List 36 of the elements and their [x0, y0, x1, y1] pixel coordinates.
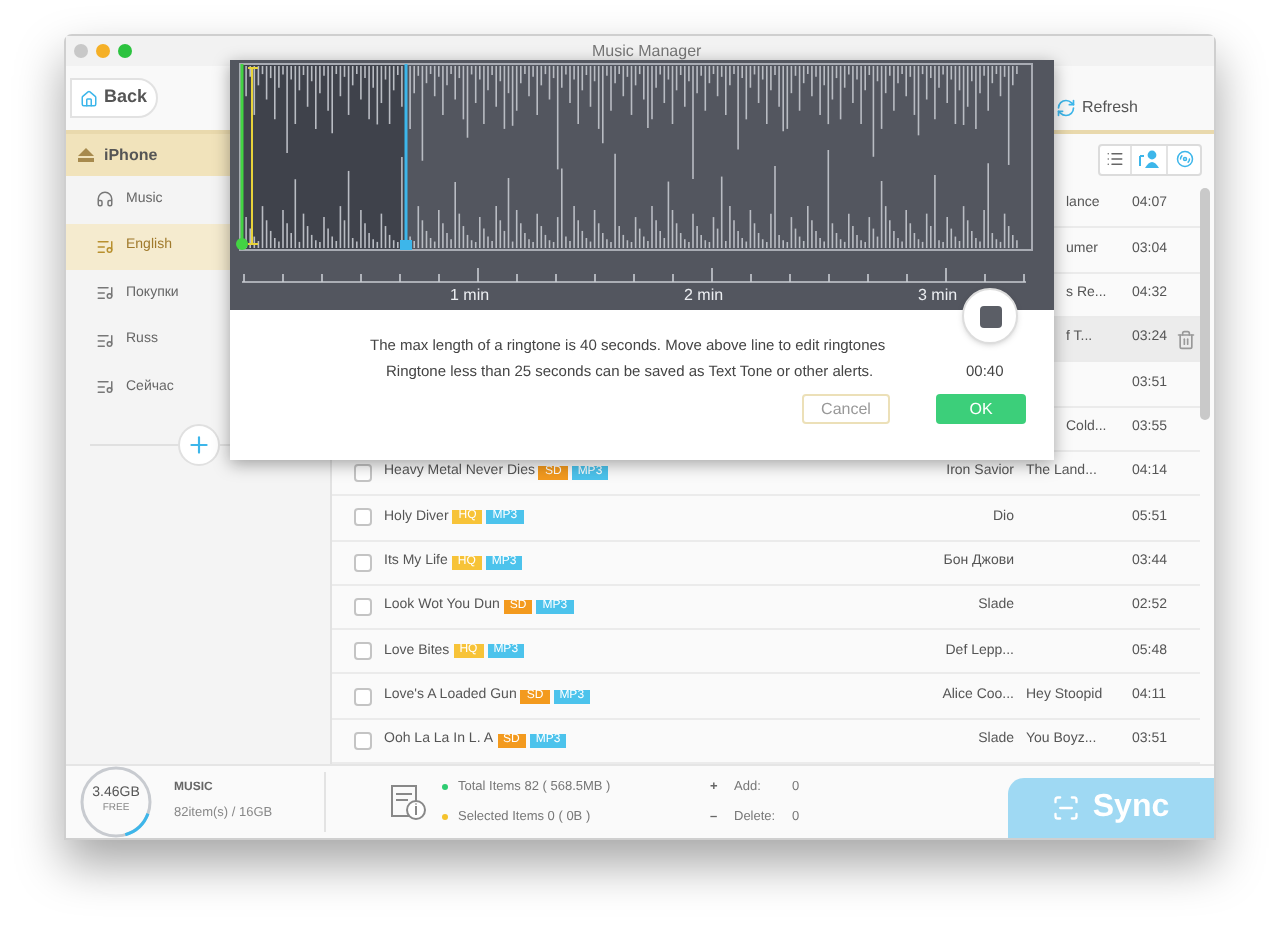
minimize-button[interactable] [96, 44, 110, 58]
checkbox[interactable] [354, 464, 372, 483]
checkbox[interactable] [354, 553, 372, 572]
disc-icon [1175, 150, 1193, 168]
home-icon [80, 89, 98, 107]
timeline-label: 1 min [450, 284, 490, 308]
plus-icon [185, 431, 211, 457]
person-icon [1138, 150, 1160, 168]
playlist-icon [96, 378, 114, 397]
checkbox[interactable] [354, 642, 372, 661]
device-row[interactable]: iPhone [66, 134, 230, 176]
trash-icon[interactable] [1176, 329, 1196, 350]
checkbox[interactable] [354, 731, 372, 750]
checkbox[interactable] [354, 508, 372, 527]
back-button[interactable]: Back [70, 78, 158, 118]
timeline-label: 2 min [684, 284, 724, 308]
refresh-button[interactable]: Refresh [1055, 96, 1138, 120]
playlist-icon [96, 284, 114, 303]
list-icon [1106, 150, 1124, 168]
close-button[interactable] [74, 44, 88, 58]
checkbox[interactable] [354, 687, 372, 706]
timeline-label: 3 min [918, 284, 958, 308]
stop-icon [979, 305, 1001, 327]
zoom-button[interactable] [118, 44, 132, 58]
sync-icon [1052, 794, 1081, 822]
playlist-icon [96, 331, 114, 350]
checkbox[interactable] [354, 597, 372, 616]
add-playlist-button[interactable] [177, 423, 219, 465]
document-info-icon [390, 784, 426, 820]
headphones-icon [96, 190, 114, 209]
stop-button[interactable] [962, 288, 1018, 344]
scrollbar[interactable] [1200, 188, 1210, 420]
window-title: Music Manager [592, 39, 702, 63]
playlist-icon [96, 237, 114, 256]
refresh-icon [1055, 98, 1076, 118]
eject-icon [78, 148, 94, 162]
